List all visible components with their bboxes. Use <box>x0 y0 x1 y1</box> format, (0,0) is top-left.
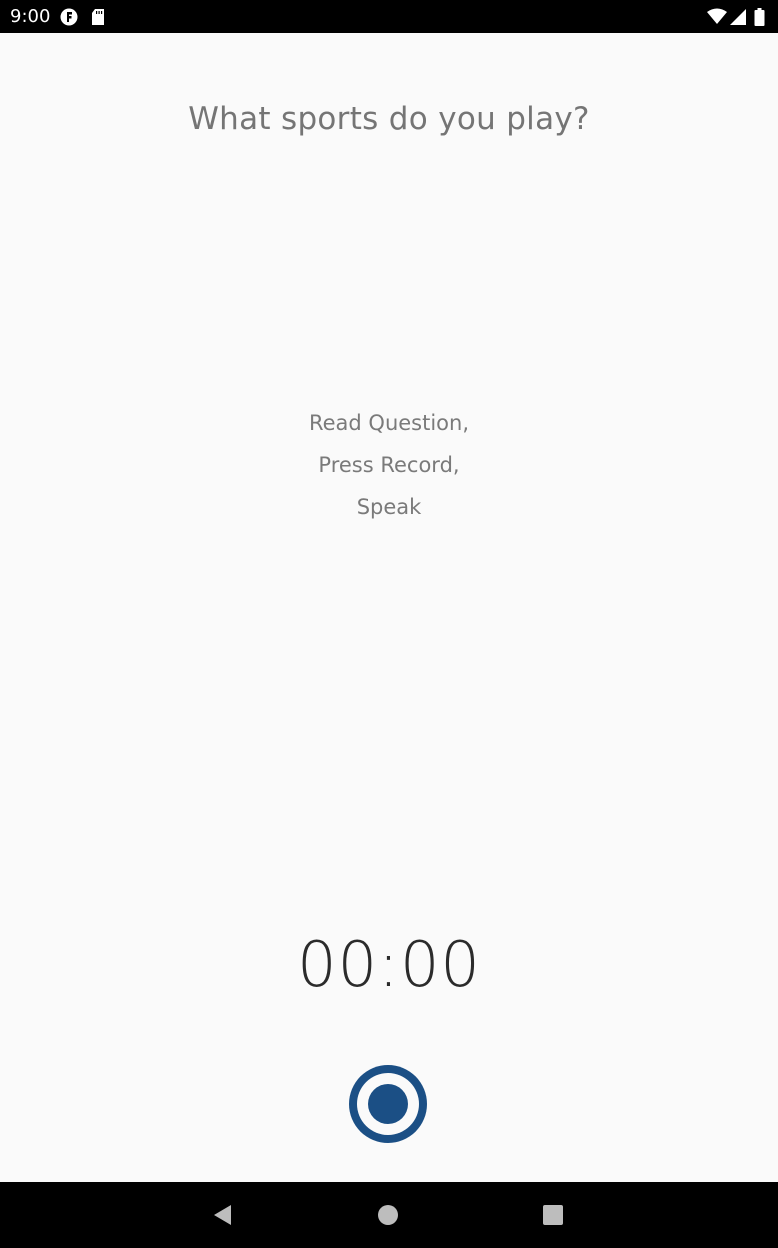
question-text: What sports do you play? <box>188 101 590 137</box>
screen: 9:00 What sports do you play? Read Quest… <box>0 0 778 1248</box>
record-icon <box>368 1084 408 1124</box>
instructions: Read Question, Press Record, Speak <box>0 402 778 528</box>
home-icon[interactable] <box>373 1200 403 1230</box>
sd-card-icon <box>91 8 105 26</box>
back-icon[interactable] <box>207 1200 237 1230</box>
timer-display: 00:00 <box>297 928 481 1001</box>
navigation-bar <box>0 1182 778 1248</box>
signal-icon <box>729 8 747 26</box>
status-time: 9:00 <box>10 6 51 27</box>
wifi-icon <box>707 8 727 26</box>
record-button[interactable] <box>349 1065 427 1143</box>
instruction-line: Read Question, <box>308 411 470 435</box>
notification-f-icon <box>60 8 80 26</box>
recents-icon[interactable] <box>538 1200 568 1230</box>
battery-icon <box>754 8 765 26</box>
instruction-line: Speak <box>356 495 422 519</box>
app-content: What sports do you play? Read Question, … <box>0 33 778 1182</box>
status-bar: 9:00 <box>0 0 778 33</box>
instruction-line: Press Record, <box>318 453 460 477</box>
